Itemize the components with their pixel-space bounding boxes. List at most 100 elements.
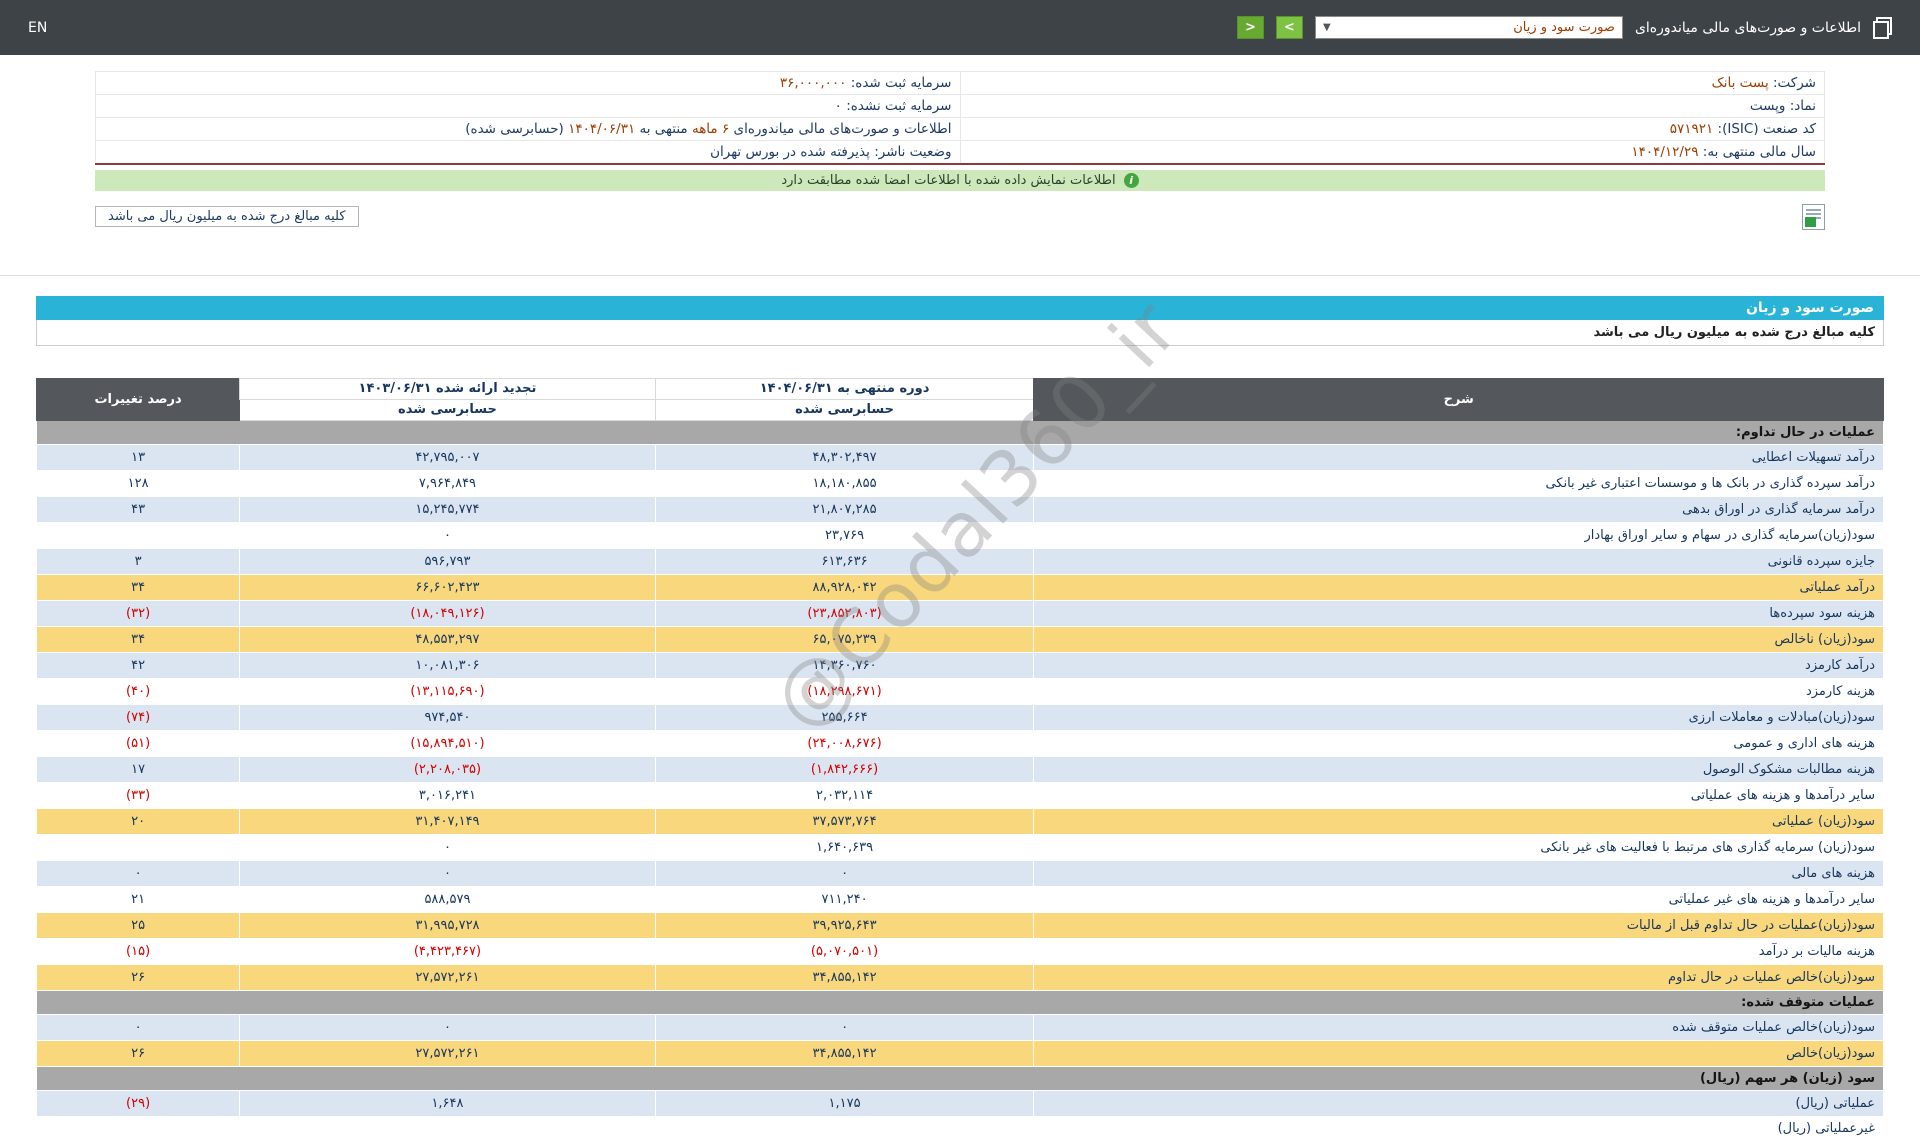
fiscal-year-label: سال مالی منتهی به: <box>1702 143 1816 160</box>
report-copy-icon[interactable] <box>1873 16 1892 39</box>
row-desc-cell: درآمد سرمایه گذاری در اوراق بدهی <box>1033 495 1884 523</box>
row-current-value: ۱۴,۳۶۰,۷۶۰ <box>654 651 1035 679</box>
unregistered-capital-value: ۰ <box>834 98 842 114</box>
row-prior-value: ۵۹۶,۷۹۳ <box>239 547 656 575</box>
row-desc-cell: درآمد کارمزد <box>1033 651 1884 679</box>
row-desc-cell: سایر درآمدها و هزینه های غیر عملیاتی <box>1033 885 1884 913</box>
row-prior-value: ۲۷,۵۷۲,۲۶۱ <box>239 963 656 991</box>
export-excel-icon[interactable] <box>1802 203 1825 230</box>
table-row: سود(زیان) ناخالص ۶۵,۰۷۵,۲۳۹ ۴۸,۵۵۳,۲۹۷ ۳۴ <box>35 625 1884 653</box>
company-info-table: شرکت: پست بانک سرمایه ثبت شده: ۳۶,۰۰۰,۰۰… <box>95 71 1825 165</box>
row-desc-cell: سود(زیان)خالص عملیات متوقف شده <box>1033 1013 1884 1041</box>
row-desc-cell: سود(زیان) سرمایه گذاری های مرتبط با فعال… <box>1033 833 1884 861</box>
row-change-value: ۲۰ <box>35 807 241 835</box>
row-desc-cell: هزینه سود سپرده‌ها <box>1033 599 1884 627</box>
period-info-prefix: اطلاعات و صورت‌های مالی میاندوره‌ای <box>733 121 952 137</box>
row-current-value <box>654 1115 1035 1141</box>
row-current-value: ۲۳,۷۶۹ <box>654 521 1035 549</box>
registered-capital-label: سرمایه ثبت شده: <box>850 75 952 91</box>
prev-statement-button[interactable]: < <box>1236 16 1264 39</box>
row-change-value: ۲۶ <box>35 963 241 991</box>
row-desc-cell: درآمد سپرده گذاری در بانک ها و موسسات اع… <box>1033 469 1884 497</box>
col-header-prior-period: تجدید ارائه شده ۱۴۰۳/۰۶/۳۱ <box>239 377 656 400</box>
row-prior-value: ۳۱,۹۹۵,۷۲۸ <box>239 911 656 939</box>
unregistered-capital-cell: سرمایه ثبت نشده: ۰ <box>95 94 961 118</box>
row-current-value: (۱۸,۲۹۸,۶۷۱) <box>654 677 1035 705</box>
row-change-value: ۳ <box>35 547 241 575</box>
row-current-value: ۸۸,۹۲۸,۰۴۲ <box>654 573 1035 601</box>
audited-note: (حسابرسی شده) <box>465 121 564 137</box>
row-change-value: ۲۱ <box>35 885 241 913</box>
table-row: هزینه سود سپرده‌ها (۲۳,۸۵۲,۸۰۳) (۱۸,۰۴۹,۱۲… <box>35 599 1884 627</box>
row-prior-value: ۵۸۸,۵۷۹ <box>239 885 656 913</box>
row-change-value: (۷۴) <box>35 703 241 731</box>
row-desc-cell: عملیاتی (ریال) <box>1033 1089 1884 1117</box>
chevron-left-icon: < <box>1244 20 1256 35</box>
table-row: هزینه های اداری و عمومی (۲۴,۰۰۸,۶۷۶) (۱۵,۸… <box>35 729 1884 757</box>
row-desc-cell: سود(زیان) عملیاتی <box>1033 807 1884 835</box>
isic-cell: کد صنعت (ISIC): ۵۷۱۹۲۱ <box>959 117 1825 141</box>
listing-status-cell: وضعیت ناشر: پذیرفته شده در بورس تهران <box>95 140 961 164</box>
row-desc-cell: هزینه کارمزد <box>1033 677 1884 705</box>
row-prior-value: ۳۱,۴۰۷,۱۴۹ <box>239 807 656 835</box>
row-change-value <box>35 521 241 549</box>
chevron-right-icon: > <box>1283 20 1295 35</box>
row-prior-value: ۰ <box>239 521 656 549</box>
row-current-value: ۷۱۱,۲۴۰ <box>654 885 1035 913</box>
row-change-value: ۱۳ <box>35 443 241 471</box>
col-subheader-audited-prior: حسابرسی شده <box>239 398 656 421</box>
ticker-cell: نماد: وپست <box>959 94 1825 118</box>
row-prior-value: (۴,۴۲۳,۴۶۷) <box>239 937 656 965</box>
row-prior-value: ۱۵,۲۴۵,۷۷۴ <box>239 495 656 523</box>
row-prior-value: (۲,۲۰۸,۰۳۵) <box>239 755 656 783</box>
table-row: سود(زیان)عملیات در حال تداوم قبل از مالی… <box>35 911 1884 939</box>
ticker-label: نماد: <box>1789 98 1816 114</box>
language-en-link[interactable]: EN <box>28 20 47 36</box>
next-statement-button[interactable]: > <box>1275 16 1303 39</box>
row-current-value: ۰ <box>654 1013 1035 1041</box>
row-desc-cell: هزینه های مالی <box>1033 859 1884 887</box>
table-row: سایر درآمدها و هزینه های غیر عملیاتی ۷۱۱,… <box>35 885 1884 913</box>
signed-info-banner: i اطلاعات نمایش داده شده با اطلاعات امضا… <box>95 169 1825 191</box>
section-row: عملیات در حال تداوم: <box>36 419 1884 445</box>
row-prior-value: (۱۳,۱۱۵,۶۹۰) <box>239 677 656 705</box>
row-change-value: ۰ <box>35 1013 241 1041</box>
table-row: درآمد سرمایه گذاری در اوراق بدهی ۲۱,۸۰۷,۲… <box>35 495 1884 523</box>
topbar: اطلاعات و صورت‌های مالی میاندوره‌ای صورت… <box>0 0 1920 55</box>
table-row: درآمد عملیاتی ۸۸,۹۲۸,۰۴۲ ۶۶,۶۰۲,۴۲۳ ۳۴ <box>35 573 1884 601</box>
row-change-value: ۰ <box>35 859 241 887</box>
table-row: سود(زیان) سرمایه گذاری های مرتبط با فعال… <box>35 833 1884 861</box>
table-row: هزینه مطالبات مشکوک الوصول (۱,۸۴۲,۶۶۶) (۲,… <box>35 755 1884 783</box>
table-row: سود(زیان)خالص عملیات در حال تداوم ۳۴,۸۵۵,… <box>35 963 1884 991</box>
row-change-value: ۲۶ <box>35 1039 241 1067</box>
statement-title-bar: صورت سود و زیان <box>36 295 1884 320</box>
statement-select-value: صورت سود و زیان <box>1513 20 1615 35</box>
row-prior-value: (۱۸,۰۴۹,۱۲۶) <box>239 599 656 627</box>
table-row: سود(زیان)خالص ۳۴,۸۵۵,۱۴۲ ۲۷,۵۷۲,۲۶۱ ۲۶ <box>35 1039 1884 1067</box>
row-desc-cell: سود(زیان)عملیات در حال تداوم قبل از مالی… <box>1033 911 1884 939</box>
row-desc-cell: سود(زیان)سرمایه گذاری در سهام و سایر اور… <box>1033 521 1884 549</box>
row-change-value: (۱۵) <box>35 937 241 965</box>
row-prior-value: ۳,۰۱۶,۲۴۱ <box>239 781 656 809</box>
row-current-value: ۰ <box>654 859 1035 887</box>
row-prior-value: ۱,۶۴۸ <box>239 1089 656 1117</box>
row-change-value: (۳۳) <box>35 781 241 809</box>
row-current-value: ۱,۶۴۰,۶۳۹ <box>654 833 1035 861</box>
table-row: سود(زیان)خالص عملیات متوقف شده ۰ ۰ ۰ <box>35 1013 1884 1041</box>
row-desc-cell: سایر درآمدها و هزینه های عملیاتی <box>1033 781 1884 809</box>
unregistered-capital-label: سرمایه ثبت نشده: <box>846 98 952 114</box>
row-change-value: ۲۵ <box>35 911 241 939</box>
table-row: درآمد کارمزد ۱۴,۳۶۰,۷۶۰ ۱۰,۰۸۱,۳۰۶ ۴۲ <box>35 651 1884 679</box>
statement-select[interactable]: صورت سود و زیان ▼ <box>1314 16 1623 39</box>
table-row: هزینه های مالی ۰ ۰ ۰ <box>35 859 1884 887</box>
table-header-row: شرح دوره منتهی به ۱۴۰۴/۰۶/۳۱ تجدید ارائه… <box>35 377 1884 421</box>
period-length-value: ۶ ماهه <box>691 121 730 137</box>
table-row: سود(زیان) عملیاتی ۳۷,۵۷۳,۷۶۴ ۳۱,۴۰۷,۱۴۹ ۲۰ <box>35 807 1884 835</box>
row-prior-value: ۷,۹۶۴,۸۴۹ <box>239 469 656 497</box>
col-header-percent-change: درصد تغییرات <box>35 377 241 421</box>
row-desc-cell: سود(زیان)خالص <box>1033 1039 1884 1067</box>
table-row: سود(زیان)مبادلات و معاملات ارزی ۲۵۵,۶۶۴ ۹۷… <box>35 703 1884 731</box>
table-row: سایر درآمدها و هزینه های عملیاتی ۲,۰۳۲,۱۱… <box>35 781 1884 809</box>
row-prior-value: ۶۶,۶۰۲,۴۲۳ <box>239 573 656 601</box>
income-table-body: عملیات در حال تداوم: درآمد تسهیلات اعطایی… <box>35 419 1884 1141</box>
